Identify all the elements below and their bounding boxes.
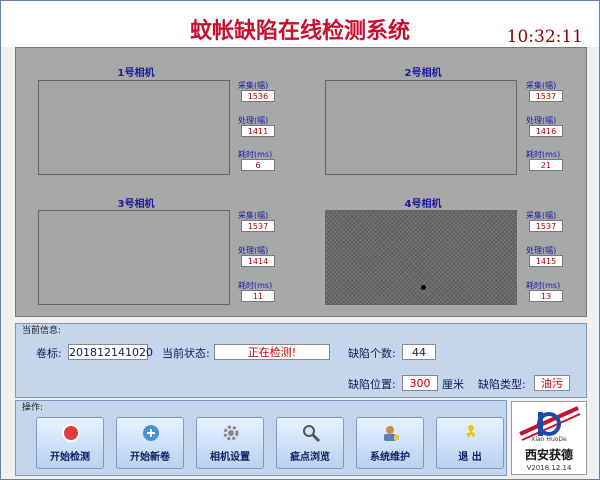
camera-3-process-value: 1414 [241, 255, 275, 267]
defect-position-unit: 厘米 [442, 378, 464, 391]
camera-4-collect-value: 1537 [529, 220, 563, 232]
camera-settings-button[interactable]: 相机设置 [196, 417, 264, 469]
title-bar: 蚊帐缺陷在线检测系统 10:32:11 [1, 1, 599, 47]
status-label: 当前状态: [162, 347, 210, 360]
operations-panel: 操作: 开始检测 开始新卷 相机设置 疵点浏览 系统维护 退 出 [15, 400, 507, 476]
camera-3-collect-value: 1537 [241, 220, 275, 232]
camera-2-view[interactable] [325, 80, 517, 175]
camera-4-view[interactable] [325, 210, 517, 305]
operations-panel-label: 操作: [22, 403, 44, 413]
camera-area: 1号相机 采集(幅) 1536 处理(幅) 1411 耗时(ms) 6 2号相机… [15, 47, 587, 317]
camera-1-time-value: 6 [241, 159, 275, 171]
company-logo: Xian HuoDe 西安获德 V2018.12.14 [511, 401, 587, 475]
defect-type-label: 缺陷类型: [478, 378, 526, 391]
roll-label: 卷标: [36, 347, 62, 360]
start-detect-label: 开始检测 [50, 452, 90, 463]
user-tools-icon [384, 426, 399, 441]
camera-4-title: 4号相机 [404, 199, 442, 210]
camera-2-process-value: 1416 [529, 125, 563, 137]
info-panel: 当前信息: 卷标: 201812141020 当前状态: 正在检测! 缺陷个数:… [15, 323, 587, 398]
logo-name: 西安获德 [524, 448, 573, 462]
defect-type-field: 油污 [534, 375, 570, 391]
camera-1-title: 1号相机 [117, 68, 155, 79]
camera-4-process-value: 1415 [529, 255, 563, 267]
camera-2-title: 2号相机 [404, 68, 442, 79]
camera-settings-label: 相机设置 [210, 452, 250, 463]
defect-position-field: 300 [402, 375, 438, 391]
camera-2-collect-value: 1537 [529, 90, 563, 102]
camera-1-view[interactable] [38, 80, 230, 175]
exit-icon [467, 425, 475, 438]
record-icon [62, 424, 80, 442]
camera-1-collect-value: 1536 [241, 90, 275, 102]
system-maintenance-button[interactable]: 系统维护 [356, 417, 424, 469]
camera-2-time-value: 21 [529, 159, 563, 171]
defect-marker [421, 285, 426, 290]
roll-field[interactable]: 201812141020 [68, 344, 153, 360]
main-window: 蚊帐缺陷在线检测系统 10:32:11 1号相机 采集(幅) 1536 处理(幅… [0, 0, 600, 480]
defect-count-field: 44 [402, 344, 436, 360]
clock: 10:32:11 [506, 27, 583, 47]
new-roll-label: 开始新卷 [130, 452, 170, 463]
exit-label: 退 出 [458, 452, 482, 463]
camera-4-time-value: 13 [529, 290, 563, 302]
camera-3-title: 3号相机 [117, 199, 155, 210]
system-maintenance-label: 系统维护 [370, 452, 410, 463]
camera-1-process-value: 1411 [241, 125, 275, 137]
defect-count-label: 缺陷个数: [348, 347, 396, 360]
defect-position-label: 缺陷位置: [348, 378, 396, 391]
start-detect-button[interactable]: 开始检测 [36, 417, 104, 469]
defect-browse-label: 疵点浏览 [290, 452, 330, 463]
logo-latin: Xian HuoDe [531, 436, 567, 443]
magnifier-icon [303, 425, 321, 443]
gear-icon [223, 425, 239, 441]
new-roll-button[interactable]: 开始新卷 [116, 417, 184, 469]
new-roll-icon [143, 425, 159, 441]
logo-version: V2018.12.14 [526, 464, 572, 472]
camera-3-view[interactable] [38, 210, 230, 305]
status-field: 正在检测! [214, 344, 330, 360]
defect-browse-button[interactable]: 疵点浏览 [276, 417, 344, 469]
info-panel-label: 当前信息: [22, 326, 62, 336]
exit-button[interactable]: 退 出 [436, 417, 504, 469]
camera-3-time-value: 11 [241, 290, 275, 302]
